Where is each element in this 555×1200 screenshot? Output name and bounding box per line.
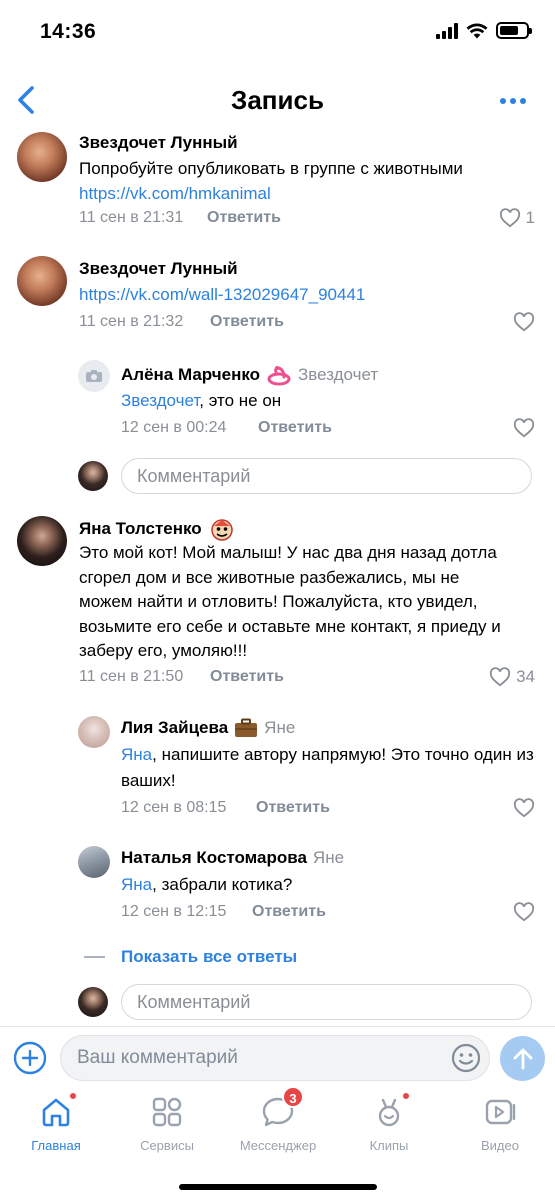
avatar[interactable]	[17, 132, 67, 182]
comment-text: Яна, напишите автору напрямую! Это точно…	[121, 745, 534, 790]
like-button[interactable]: 34	[489, 667, 535, 687]
reply-comment-input[interactable]: Комментарий	[121, 458, 532, 494]
comment-time: 12 сен в 12:15	[121, 903, 227, 920]
attach-button[interactable]	[13, 1041, 47, 1075]
like-count: 34	[516, 667, 535, 686]
like-button[interactable]: 1	[499, 208, 535, 228]
reply-to-name[interactable]: Звездочет	[298, 365, 378, 385]
comment-time: 12 сен в 08:15	[121, 799, 227, 816]
comment-author[interactable]: Звездочет Лунный	[79, 259, 238, 279]
status-time: 14:36	[40, 20, 97, 43]
avatar[interactable]	[78, 716, 110, 748]
heart-icon	[499, 208, 520, 228]
camera-icon	[86, 370, 102, 382]
my-avatar	[78, 461, 108, 491]
comment-author[interactable]: Алёна Марченко Звездочет	[121, 364, 378, 386]
mention-link[interactable]: Звездочет	[121, 391, 199, 410]
tab-messenger[interactable]: 3 Мессенджер	[228, 1086, 328, 1156]
mention-link[interactable]: Яна	[121, 875, 152, 894]
flamingo-icon	[267, 366, 291, 386]
reply-button[interactable]: Ответить	[252, 903, 326, 921]
avatar[interactable]	[17, 516, 67, 566]
status-bar: 14:36	[0, 0, 555, 66]
tab-home[interactable]: Главная	[6, 1092, 106, 1156]
avatar[interactable]	[17, 256, 67, 306]
reply-comment-input[interactable]: Комментарий	[121, 984, 532, 1020]
compose-bar: Ваш комментарий	[0, 1026, 555, 1088]
more-dots-icon	[500, 98, 506, 104]
like-button[interactable]	[513, 798, 535, 818]
unread-badge: 3	[282, 1086, 304, 1108]
plus-circle-icon	[13, 1041, 47, 1075]
comment-input[interactable]: Ваш комментарий	[60, 1035, 490, 1081]
comment-author[interactable]: Лия Зайцева Яне	[121, 718, 295, 738]
like-count: 1	[525, 208, 535, 227]
clips-icon	[378, 1098, 400, 1127]
comment-time: 11 сен в 21:50	[79, 668, 184, 685]
comment-text: https://vk.com/wall-132029647_90441	[79, 282, 539, 307]
reply-button[interactable]: Ответить	[207, 209, 281, 227]
reply-button[interactable]: Ответить	[258, 419, 332, 437]
reply-to-name[interactable]: Яне	[264, 718, 295, 738]
avatar[interactable]	[78, 846, 110, 878]
like-button[interactable]	[513, 418, 535, 438]
comments-list: Звездочет Лунный Попробуйте опубликовать…	[0, 128, 555, 1024]
send-button[interactable]	[500, 1036, 545, 1081]
reply-button[interactable]: Ответить	[256, 799, 330, 817]
nav-bar: Запись	[0, 72, 555, 128]
heart-icon	[513, 798, 535, 818]
reply-to-name[interactable]: Яне	[313, 848, 344, 868]
show-all-replies-button[interactable]: Показать все ответы	[84, 947, 297, 967]
chevron-left-icon	[18, 86, 34, 114]
notification-dot	[69, 1092, 77, 1100]
comment-time: 12 сен в 00:24	[121, 419, 227, 436]
comment-author[interactable]: Наталья Костомарова Яне	[121, 848, 344, 868]
signal-icon	[436, 22, 458, 39]
wifi-icon	[466, 23, 488, 38]
status-icons	[436, 22, 532, 39]
page-title: Запись	[231, 85, 324, 115]
more-button[interactable]	[493, 86, 533, 116]
video-icon	[485, 1099, 516, 1125]
comment-time: 11 сен в 21:31	[79, 209, 184, 226]
comment-link[interactable]: https://vk.com/hmkanimal	[79, 184, 271, 203]
home-icon	[42, 1098, 70, 1127]
home-indicator	[179, 1184, 377, 1190]
battery-icon	[496, 22, 532, 39]
comment-author[interactable]: Яна Толстенко	[79, 516, 236, 542]
reply-button[interactable]: Ответить	[210, 313, 284, 331]
my-avatar	[78, 987, 108, 1017]
reply-button[interactable]: Ответить	[210, 668, 284, 686]
smile-icon	[451, 1043, 481, 1073]
like-button[interactable]	[513, 902, 535, 922]
mention-link[interactable]: Яна	[121, 745, 152, 764]
tab-services[interactable]: Сервисы	[117, 1094, 217, 1156]
heart-icon	[513, 418, 535, 438]
divider	[84, 956, 105, 958]
like-button[interactable]	[513, 312, 535, 332]
tab-video[interactable]: Видео	[450, 1094, 550, 1156]
comment-time: 11 сен в 21:32	[79, 313, 184, 330]
comment-text: Яна, забрали котика?	[121, 875, 293, 894]
cartoon-emoji-icon	[210, 519, 233, 541]
avatar[interactable]	[78, 360, 110, 392]
heart-icon	[513, 312, 535, 332]
tab-clips[interactable]: Клипы	[339, 1092, 439, 1156]
heart-icon	[513, 902, 535, 922]
arrow-up-icon	[513, 1048, 532, 1069]
emoji-button[interactable]	[451, 1043, 481, 1073]
briefcase-icon	[235, 718, 258, 737]
comment-author[interactable]: Звездочет Лунный	[79, 133, 238, 153]
notification-dot	[402, 1092, 410, 1100]
heart-icon	[489, 667, 511, 687]
comment-text: Звездочет, это не он	[121, 391, 282, 410]
services-icon	[152, 1097, 182, 1127]
back-button[interactable]	[10, 80, 46, 120]
comment-text: Попробуйте опубликовать в группе с живот…	[79, 159, 463, 203]
comment-text: Это мой кот! Мой малыш! У нас два дня на…	[79, 543, 501, 660]
comment-link[interactable]: https://vk.com/wall-132029647_90441	[79, 285, 365, 304]
